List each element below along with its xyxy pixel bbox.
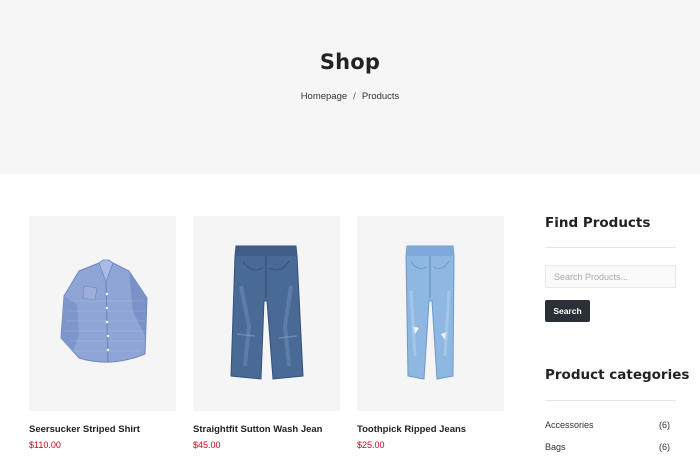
breadcrumb-current: Products [361, 91, 400, 102]
breadcrumb: Homepage / Products [0, 91, 700, 102]
breadcrumb-home-link[interactable]: Homepage [301, 91, 347, 102]
category-label: Accessories [545, 420, 594, 430]
product-card: Toothpick Ripped Jeans $25.00 [357, 216, 504, 450]
search-input[interactable] [545, 265, 676, 288]
product-name[interactable]: Seersucker Striped Shirt [29, 424, 140, 435]
jeans-icon [230, 245, 304, 380]
category-count: (6) [659, 420, 670, 430]
page-header: Shop Homepage / Products [0, 0, 700, 174]
product-categories-heading: Product categories [545, 367, 690, 383]
category-item-accessories[interactable]: Accessories (6) [545, 420, 670, 434]
product-price: $25.00 [357, 440, 385, 450]
jeans-icon [405, 245, 455, 380]
product-name[interactable]: Toothpick Ripped Jeans [357, 424, 466, 435]
category-label: Bags [545, 442, 566, 452]
find-products-heading: Find Products [545, 215, 651, 231]
breadcrumb-separator: / [353, 91, 356, 102]
product-name[interactable]: Straightfit Sutton Wash Jean [193, 424, 322, 435]
divider [545, 247, 676, 248]
page-title: Shop [319, 50, 381, 74]
divider [545, 400, 676, 401]
product-image[interactable] [357, 216, 504, 411]
search-button[interactable]: Search [545, 300, 590, 322]
product-image[interactable] [193, 216, 340, 411]
shirt-icon [60, 259, 148, 363]
product-card: Straightfit Sutton Wash Jean $45.00 [193, 216, 340, 450]
category-item-bags[interactable]: Bags (6) [545, 442, 670, 456]
product-card: Seersucker Striped Shirt $110.00 [29, 216, 176, 450]
product-image[interactable] [29, 216, 176, 411]
product-price: $110.00 [29, 440, 61, 450]
product-price: $45.00 [193, 440, 221, 450]
category-count: (6) [659, 442, 670, 452]
